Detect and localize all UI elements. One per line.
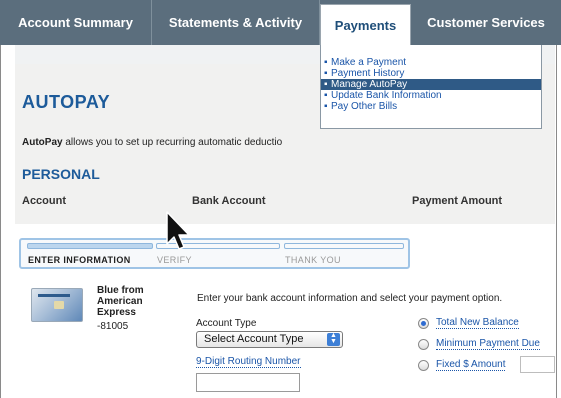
column-header-bank-account: Bank Account — [192, 195, 266, 207]
radio-minimum-payment-due[interactable] — [418, 339, 429, 350]
bullet-icon: ▪ — [324, 79, 328, 90]
form-instruction: Enter your bank account information and … — [197, 293, 503, 304]
select-arrows-icon: ▲ ▼ — [327, 332, 340, 346]
bullet-icon: ▪ — [324, 101, 328, 112]
page-title: AUTOPAY — [22, 92, 111, 112]
menu-item-payment-history[interactable]: ▪ Payment History — [321, 68, 541, 79]
bullet-icon: ▪ — [324, 90, 328, 101]
menu-item-update-bank-info[interactable]: ▪ Update Bank Information — [321, 90, 541, 101]
bullet-icon: ▪ — [324, 57, 328, 68]
tab-payments[interactable]: Payments — [320, 4, 411, 45]
step-label-enter-information: ENTER INFORMATION — [28, 255, 131, 265]
menu-item-manage-autopay[interactable]: ▪ Manage AutoPay — [321, 79, 541, 90]
radio-total-new-balance[interactable] — [418, 318, 429, 329]
radio-fixed-amount[interactable] — [418, 360, 429, 371]
progress-steps: ENTER INFORMATION VERIFY THANK YOU — [19, 238, 410, 269]
fixed-amount-input[interactable] — [520, 356, 555, 373]
tab-customer-services[interactable]: Customer Services — [411, 0, 561, 45]
column-header-account: Account — [22, 195, 66, 207]
section-title-personal: PERSONAL — [22, 166, 100, 182]
option-label-total-new-balance[interactable]: Total New Balance — [436, 317, 519, 329]
option-label-fixed-amount[interactable]: Fixed $ Amount — [436, 359, 506, 371]
payments-dropdown-menu: ▪ Make a Payment ▪ Payment History ▪ Manage… — [320, 45, 542, 129]
account-type-select[interactable]: Select Account Type ▲ ▼ — [196, 331, 343, 348]
routing-number-label[interactable]: 9-Digit Routing Number — [196, 356, 301, 368]
card-number: -81005 — [97, 321, 129, 332]
menu-item-make-payment[interactable]: ▪ Make a Payment — [321, 57, 541, 68]
autopay-description: AutoPay allows you to set up recurring a… — [22, 137, 283, 148]
routing-number-input[interactable] — [196, 373, 300, 392]
tab-statements-activity[interactable]: Statements & Activity — [152, 0, 320, 45]
card-chip — [54, 301, 64, 309]
mouse-cursor-icon — [166, 211, 190, 250]
step-bar-enter-information — [27, 243, 153, 249]
column-header-payment-amount: Payment Amount — [412, 195, 503, 207]
card-stripe — [38, 294, 70, 297]
step-label-thank-you: THANK YOU — [285, 255, 341, 265]
step-label-verify: VERIFY — [157, 255, 192, 265]
menu-item-pay-other-bills[interactable]: ▪ Pay Other Bills — [321, 101, 541, 112]
option-label-minimum-payment-due[interactable]: Minimum Payment Due — [436, 338, 540, 350]
tab-account-summary[interactable]: Account Summary — [0, 0, 152, 45]
top-navigation: Account Summary Statements & Activity Pa… — [0, 0, 561, 45]
card-name: Blue from American Express — [97, 285, 144, 318]
step-bar-thank-you — [284, 243, 404, 249]
bullet-icon: ▪ — [324, 68, 328, 79]
card-image — [31, 288, 83, 322]
account-type-label: Account Type — [196, 318, 257, 329]
